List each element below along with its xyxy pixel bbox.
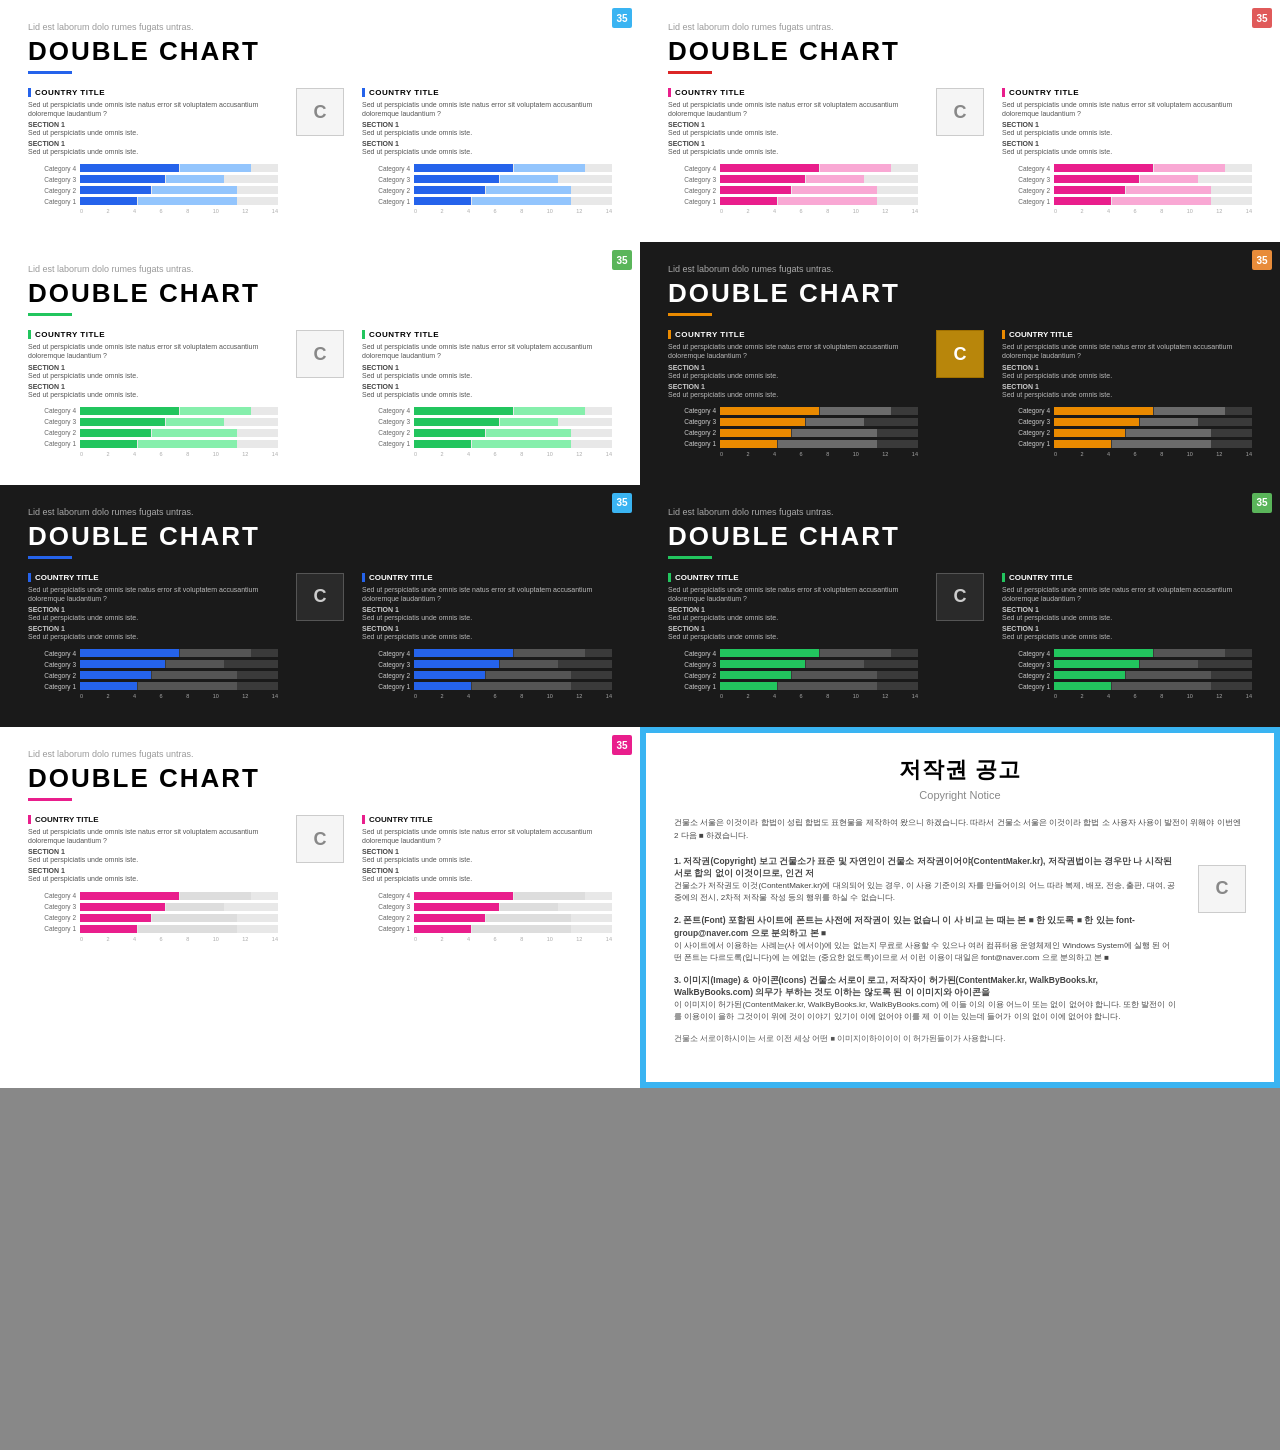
slide-2-title: DOUBLE CHART (668, 36, 1252, 67)
country-title-1a: COUNTRY TITLE (28, 88, 278, 97)
slide-number-4: 35 (1252, 250, 1272, 270)
slide-2-underline (668, 71, 712, 74)
slide-1: 35 Lid est laborum dolo rumes fugats unt… (0, 0, 640, 242)
section-text-1a: Sed ut perspiciatis unde omnis iste. (28, 128, 278, 137)
slide-copyright: 저작권 공고 Copyright Notice 건물소 서울은 이것이라 합법이… (640, 727, 1280, 1088)
slide-6: 35 Lid est laborum dolo rumes fugats unt… (640, 485, 1280, 727)
copyright-title: 저작권 공고 (674, 755, 1246, 785)
slide-number-1: 35 (612, 8, 632, 28)
slide-1-underline (28, 71, 72, 74)
section-text-1b: Sed ut perspiciatis unde omnis iste. (28, 147, 278, 156)
slide-2-subtitle: Lid est laborum dolo rumes fugats untras… (668, 22, 1252, 32)
logo-1: C (296, 88, 344, 136)
section-label-1a: SECTION 1 (28, 121, 278, 128)
copyright-s3-text: 이 이미지이 허가된(ContentMaker.kr, WalkByBooks.… (674, 999, 1178, 1023)
copyright-s2-title: 2. 폰트(Font) 포함된 사이트에 폰트는 사전에 저작권이 있는 없습니… (674, 914, 1178, 940)
slide-number-2: 35 (1252, 8, 1272, 28)
logo-3: C (296, 330, 344, 378)
country-text-1b: Sed ut perspiciatis unde omnis iste natu… (362, 100, 612, 118)
logo-2: C (936, 88, 984, 136)
slide-7: 35 Lid est laborum dolo rumes fugats unt… (0, 727, 640, 1088)
logo-5: C (296, 573, 344, 621)
copyright-subtitle: Copyright Notice (674, 789, 1246, 801)
slide-number-3: 35 (612, 250, 632, 270)
logo-7: C (296, 815, 344, 863)
slide-2: 35 Lid est laborum dolo rumes fugats unt… (640, 0, 1280, 242)
slide-3: 35 Lid est laborum dolo rumes fugats unt… (0, 242, 640, 484)
copyright-s1-text: 건물소가 저작권도 이것(ContentMaker.kr)에 대의되어 있는 경… (674, 880, 1178, 904)
section-label-1b: SECTION 1 (28, 140, 278, 147)
slide-4: 35 Lid est laborum dolo rumes fugats unt… (640, 242, 1280, 484)
slide-5: 35 Lid est laborum dolo rumes fugats unt… (0, 485, 640, 727)
copyright-s3-title: 3. 이미지(Image) & 아이콘(Icons) 건물소 서로이 로고, 저… (674, 974, 1178, 1000)
logo-6: C (936, 573, 984, 621)
slide-1-title: DOUBLE CHART (28, 36, 612, 67)
country-title-1b: COUNTRY TITLE (362, 88, 612, 97)
copyright-logo-box: C (1198, 865, 1246, 913)
copyright-s2-text: 이 사이트에서 이용하는 사례는(사 에서이)에 있는 없는지 무료로 사용할 … (674, 940, 1178, 964)
country-title-2a: COUNTRY TITLE (668, 88, 918, 97)
logo-4: C (936, 330, 984, 378)
country-text-1a: Sed ut perspiciatis unde omnis iste natu… (28, 100, 278, 118)
copyright-s1-title: 1. 저작권(Copyright) 보고 건물소가 표준 및 자연인이 건물소 … (674, 855, 1178, 881)
copyright-footer: 건물소 서로이하시이는 서로 이전 세상 어떤 ■ 이미지이하이이이 이 허가된… (674, 1033, 1178, 1044)
bar-chart-1b: Category 4 Category 3 Category 2 Categor… (362, 164, 612, 214)
slide-1-subtitle: Lid est laborum dolo rumes fugats untras… (28, 22, 612, 32)
bar-chart-1a: Category 4 Category 3 Category 2 Categor… (28, 164, 278, 214)
copyright-intro: 건물소 서울은 이것이라 합법이 성립 합법도 표현물을 제작하여 왔으니 하겠… (674, 817, 1246, 843)
